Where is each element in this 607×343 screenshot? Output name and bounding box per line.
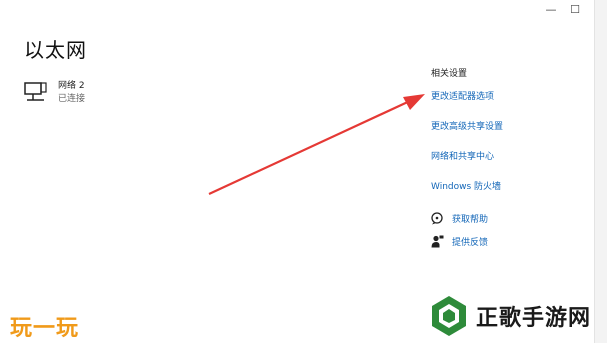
red-pointer-arrow [208, 94, 425, 195]
brand-logo-icon [432, 296, 466, 336]
watermark-right: 正歌手游网 [430, 295, 591, 337]
watermark-left: 玩一玩 [10, 316, 80, 341]
watermark-right-text: 正歌手游网 [476, 306, 592, 331]
